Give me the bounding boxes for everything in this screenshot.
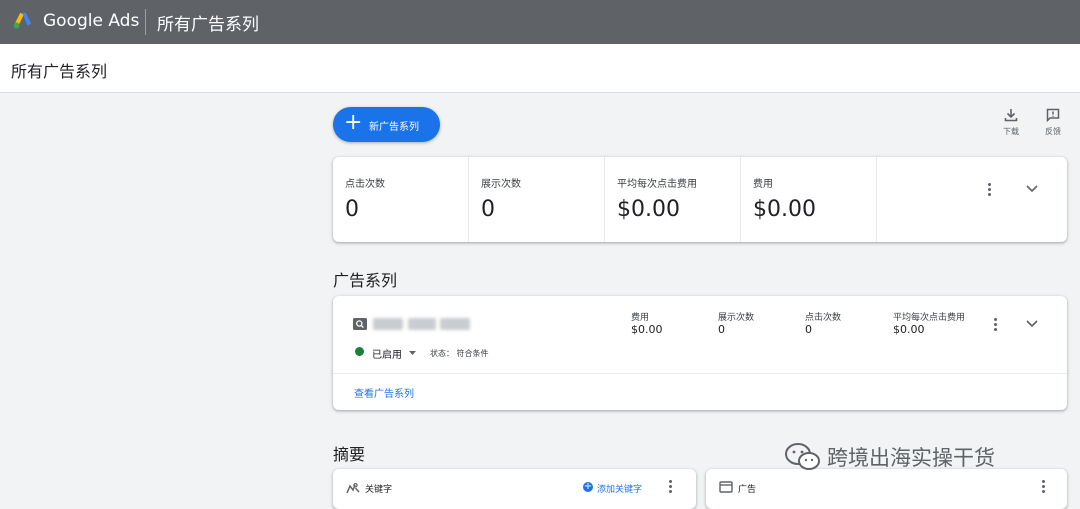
- search-campaign-icon: [353, 318, 367, 330]
- stat-value: 0: [805, 323, 812, 336]
- metric-value: 0: [481, 197, 495, 222]
- campaign-card: 已启用 状态： 符合条件 费用 $0.00 展示次数 0 点击次数 0 平均每次…: [333, 296, 1067, 410]
- stat-value: 0: [718, 323, 725, 336]
- metric-label: 展示次数: [481, 179, 521, 190]
- stat-value: $0.00: [893, 323, 925, 336]
- download-icon: [1004, 109, 1018, 122]
- metric-value: $0.00: [753, 197, 816, 222]
- page-heading: 所有广告系列: [11, 62, 108, 81]
- stat-label: 费用: [631, 313, 650, 323]
- keywords-card: 关键字 + 添加关键字: [333, 469, 696, 509]
- keywords-more-options-icon[interactable]: [669, 480, 673, 495]
- stat-label: 点击次数: [805, 313, 842, 323]
- wechat-icon: [785, 443, 820, 470]
- top-app-bar: Google Ads 所有广告系列: [0, 0, 1080, 44]
- summary-metrics-card: 点击次数 0 展示次数 0 平均每次点击费用 $0.00 费用 $0.00: [333, 157, 1067, 242]
- campaign-name-redacted[interactable]: [440, 318, 470, 330]
- brand-name[interactable]: Google Ads: [43, 11, 139, 31]
- ads-more-options-icon[interactable]: [1042, 480, 1046, 495]
- campaign-name-redacted[interactable]: [373, 318, 403, 330]
- chevron-down-icon[interactable]: [1025, 184, 1039, 194]
- new-campaign-button[interactable]: + 新广告系列: [333, 107, 440, 142]
- more-options-icon[interactable]: [988, 183, 992, 198]
- page-header: 所有广告系列: [0, 44, 1080, 93]
- divider: [333, 373, 1067, 374]
- status-dropdown-icon[interactable]: [409, 351, 416, 355]
- keywords-card-title: 关键字: [365, 485, 393, 495]
- metric-label: 费用: [753, 179, 773, 190]
- stat-value: $0.00: [631, 323, 663, 336]
- metric-value: $0.00: [617, 197, 680, 222]
- stat-label: 展示次数: [718, 313, 755, 323]
- ads-icon: [719, 481, 733, 493]
- download-button[interactable]: 下载: [996, 108, 1026, 142]
- new-campaign-label: 新广告系列: [369, 122, 419, 133]
- download-label: 下载: [1003, 127, 1019, 136]
- watermark: 跨境出海实操干货: [783, 439, 1053, 475]
- watermark-text: 跨境出海实操干货: [827, 446, 995, 470]
- feedback-button[interactable]: 反馈: [1038, 108, 1068, 142]
- keywords-icon: [346, 483, 360, 494]
- status-dot-icon: [355, 347, 364, 356]
- ads-card-title: 广告: [738, 485, 757, 495]
- campaign-expand-chevron-icon[interactable]: [1025, 319, 1039, 329]
- plus-icon: +: [344, 110, 363, 135]
- metric-cost[interactable]: 费用 $0.00: [741, 157, 877, 242]
- feedback-label: 反馈: [1045, 127, 1061, 136]
- campaigns-section-title: 广告系列: [333, 271, 398, 290]
- campaign-status[interactable]: 已启用: [372, 346, 402, 361]
- metric-avg-cpc[interactable]: 平均每次点击费用 $0.00: [605, 157, 741, 242]
- metric-value: 0: [345, 197, 359, 222]
- page-title: 所有广告系列: [157, 15, 259, 35]
- google-ads-logo-icon[interactable]: [12, 10, 34, 32]
- campaign-name-redacted[interactable]: [408, 318, 436, 330]
- campaign-more-options-icon[interactable]: [994, 318, 998, 333]
- stat-label: 平均每次点击费用: [893, 313, 966, 323]
- divider: [145, 9, 146, 35]
- view-campaigns-link[interactable]: 查看广告系列: [354, 385, 414, 400]
- metric-impressions[interactable]: 展示次数 0: [469, 157, 605, 242]
- add-circle-icon[interactable]: +: [583, 482, 593, 492]
- overview-section-title: 摘要: [333, 445, 366, 464]
- feedback-icon: [1046, 108, 1060, 122]
- ads-card: 广告: [706, 469, 1067, 509]
- metric-clicks[interactable]: 点击次数 0: [333, 157, 469, 242]
- campaign-status-detail: 状态： 符合条件: [430, 349, 489, 358]
- metric-label: 平均每次点击费用: [617, 179, 697, 190]
- add-keywords-link[interactable]: 添加关键字: [597, 482, 642, 495]
- metric-label: 点击次数: [345, 179, 385, 190]
